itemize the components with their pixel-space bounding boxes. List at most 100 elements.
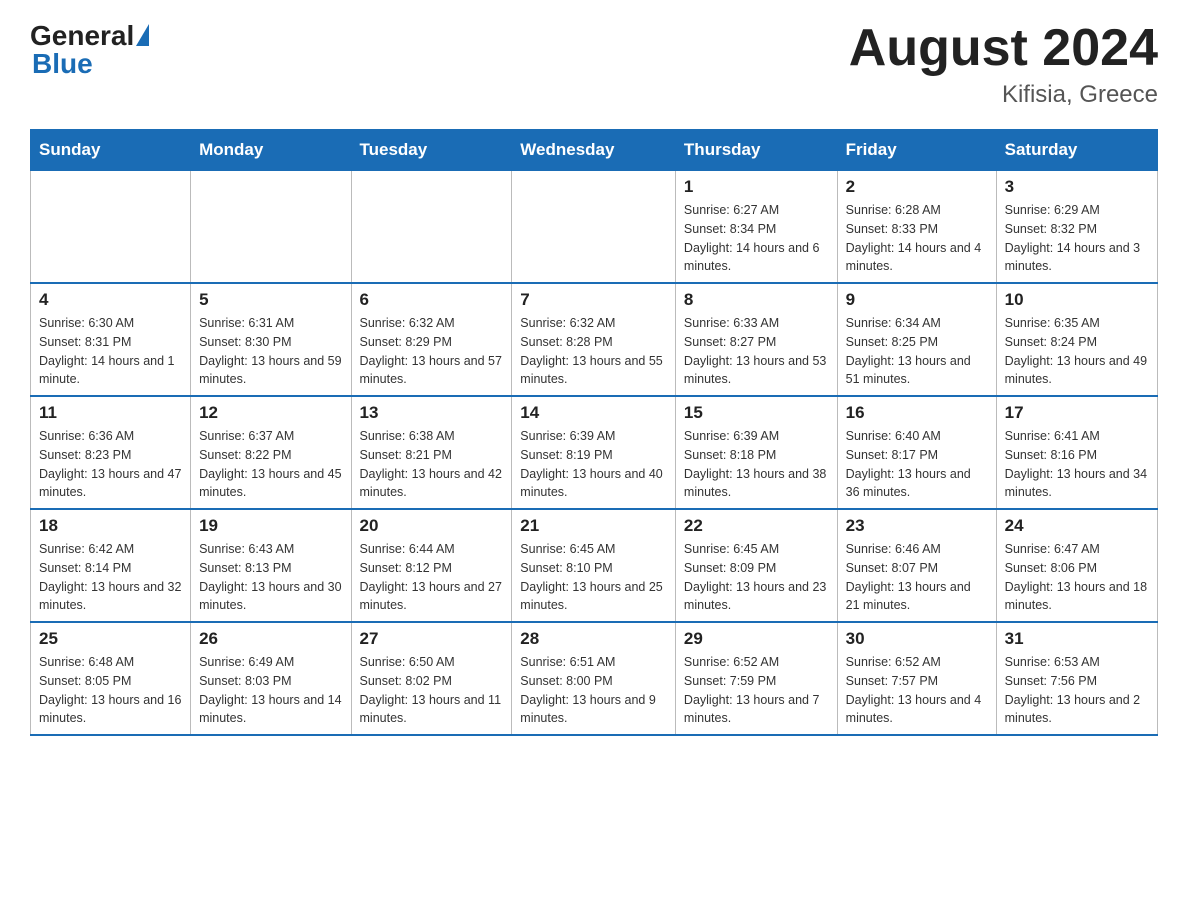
day-info: Sunrise: 6:39 AM Sunset: 8:18 PM Dayligh… bbox=[684, 427, 829, 502]
day-info: Sunrise: 6:41 AM Sunset: 8:16 PM Dayligh… bbox=[1005, 427, 1149, 502]
day-info: Sunrise: 6:45 AM Sunset: 8:10 PM Dayligh… bbox=[520, 540, 667, 615]
day-info: Sunrise: 6:37 AM Sunset: 8:22 PM Dayligh… bbox=[199, 427, 342, 502]
calendar-cell: 26 Sunrise: 6:49 AM Sunset: 8:03 PM Dayli… bbox=[191, 622, 351, 735]
day-number: 16 bbox=[846, 403, 988, 423]
calendar-cell: 17 Sunrise: 6:41 AM Sunset: 8:16 PM Dayli… bbox=[996, 396, 1157, 509]
calendar-cell: 11 Sunrise: 6:36 AM Sunset: 8:23 PM Dayli… bbox=[31, 396, 191, 509]
day-number: 28 bbox=[520, 629, 667, 649]
calendar-cell: 6 Sunrise: 6:32 AM Sunset: 8:29 PM Daylig… bbox=[351, 283, 512, 396]
day-info: Sunrise: 6:27 AM Sunset: 8:34 PM Dayligh… bbox=[684, 201, 829, 276]
calendar-cell: 28 Sunrise: 6:51 AM Sunset: 8:00 PM Dayli… bbox=[512, 622, 676, 735]
day-number: 3 bbox=[1005, 177, 1149, 197]
day-info: Sunrise: 6:31 AM Sunset: 8:30 PM Dayligh… bbox=[199, 314, 342, 389]
calendar-cell bbox=[31, 171, 191, 284]
calendar-cell: 2 Sunrise: 6:28 AM Sunset: 8:33 PM Daylig… bbox=[837, 171, 996, 284]
day-number: 10 bbox=[1005, 290, 1149, 310]
calendar-cell: 5 Sunrise: 6:31 AM Sunset: 8:30 PM Daylig… bbox=[191, 283, 351, 396]
day-info: Sunrise: 6:29 AM Sunset: 8:32 PM Dayligh… bbox=[1005, 201, 1149, 276]
calendar-cell: 18 Sunrise: 6:42 AM Sunset: 8:14 PM Dayli… bbox=[31, 509, 191, 622]
calendar-cell: 9 Sunrise: 6:34 AM Sunset: 8:25 PM Daylig… bbox=[837, 283, 996, 396]
calendar-table: SundayMondayTuesdayWednesdayThursdayFrid… bbox=[30, 129, 1158, 736]
day-number: 23 bbox=[846, 516, 988, 536]
weekday-header-saturday: Saturday bbox=[996, 130, 1157, 171]
day-info: Sunrise: 6:40 AM Sunset: 8:17 PM Dayligh… bbox=[846, 427, 988, 502]
day-number: 6 bbox=[360, 290, 504, 310]
calendar-cell: 7Sunrise: 6:32 AM Sunset: 8:28 PM Daylig… bbox=[512, 283, 676, 396]
weekday-header-wednesday: Wednesday bbox=[512, 130, 676, 171]
day-number: 9 bbox=[846, 290, 988, 310]
logo-blue: Blue bbox=[32, 48, 93, 80]
day-info: Sunrise: 6:44 AM Sunset: 8:12 PM Dayligh… bbox=[360, 540, 504, 615]
calendar-cell: 13Sunrise: 6:38 AM Sunset: 8:21 PM Dayli… bbox=[351, 396, 512, 509]
day-info: Sunrise: 6:34 AM Sunset: 8:25 PM Dayligh… bbox=[846, 314, 988, 389]
calendar-cell: 27Sunrise: 6:50 AM Sunset: 8:02 PM Dayli… bbox=[351, 622, 512, 735]
week-row-1: 1Sunrise: 6:27 AM Sunset: 8:34 PM Daylig… bbox=[31, 171, 1158, 284]
calendar-cell: 24 Sunrise: 6:47 AM Sunset: 8:06 PM Dayli… bbox=[996, 509, 1157, 622]
day-number: 26 bbox=[199, 629, 342, 649]
day-info: Sunrise: 6:36 AM Sunset: 8:23 PM Dayligh… bbox=[39, 427, 182, 502]
day-number: 24 bbox=[1005, 516, 1149, 536]
calendar-cell: 22 Sunrise: 6:45 AM Sunset: 8:09 PM Dayli… bbox=[675, 509, 837, 622]
weekday-header-sunday: Sunday bbox=[31, 130, 191, 171]
day-info: Sunrise: 6:42 AM Sunset: 8:14 PM Dayligh… bbox=[39, 540, 182, 615]
day-info: Sunrise: 6:32 AM Sunset: 8:29 PM Dayligh… bbox=[360, 314, 504, 389]
title-block: August 2024 Kifisia, Greece bbox=[849, 20, 1158, 109]
calendar-cell: 1Sunrise: 6:27 AM Sunset: 8:34 PM Daylig… bbox=[675, 171, 837, 284]
day-number: 29 bbox=[684, 629, 829, 649]
day-info: Sunrise: 6:30 AM Sunset: 8:31 PM Dayligh… bbox=[39, 314, 182, 389]
page-header: General Blue August 2024 Kifisia, Greece bbox=[30, 20, 1158, 109]
day-number: 15 bbox=[684, 403, 829, 423]
weekday-header-thursday: Thursday bbox=[675, 130, 837, 171]
logo: General Blue bbox=[30, 20, 149, 80]
day-number: 17 bbox=[1005, 403, 1149, 423]
day-number: 18 bbox=[39, 516, 182, 536]
day-info: Sunrise: 6:46 AM Sunset: 8:07 PM Dayligh… bbox=[846, 540, 988, 615]
day-number: 11 bbox=[39, 403, 182, 423]
day-info: Sunrise: 6:52 AM Sunset: 7:59 PM Dayligh… bbox=[684, 653, 829, 728]
week-row-3: 11 Sunrise: 6:36 AM Sunset: 8:23 PM Dayli… bbox=[31, 396, 1158, 509]
day-info: Sunrise: 6:47 AM Sunset: 8:06 PM Dayligh… bbox=[1005, 540, 1149, 615]
calendar-cell: 21Sunrise: 6:45 AM Sunset: 8:10 PM Dayli… bbox=[512, 509, 676, 622]
day-info: Sunrise: 6:49 AM Sunset: 8:03 PM Dayligh… bbox=[199, 653, 342, 728]
day-number: 14 bbox=[520, 403, 667, 423]
logo-triangle-icon bbox=[136, 24, 149, 46]
day-number: 8 bbox=[684, 290, 829, 310]
calendar-cell bbox=[512, 171, 676, 284]
calendar-cell: 20 Sunrise: 6:44 AM Sunset: 8:12 PM Dayli… bbox=[351, 509, 512, 622]
day-info: Sunrise: 6:35 AM Sunset: 8:24 PM Dayligh… bbox=[1005, 314, 1149, 389]
day-number: 12 bbox=[199, 403, 342, 423]
calendar-title: August 2024 bbox=[849, 20, 1158, 77]
calendar-cell: 12 Sunrise: 6:37 AM Sunset: 8:22 PM Dayli… bbox=[191, 396, 351, 509]
calendar-cell: 10 Sunrise: 6:35 AM Sunset: 8:24 PM Dayli… bbox=[996, 283, 1157, 396]
day-number: 2 bbox=[846, 177, 988, 197]
calendar-cell: 19 Sunrise: 6:43 AM Sunset: 8:13 PM Dayli… bbox=[191, 509, 351, 622]
weekday-header-friday: Friday bbox=[837, 130, 996, 171]
day-info: Sunrise: 6:52 AM Sunset: 7:57 PM Dayligh… bbox=[846, 653, 988, 728]
calendar-cell: 25 Sunrise: 6:48 AM Sunset: 8:05 PM Dayli… bbox=[31, 622, 191, 735]
calendar-cell: 8 Sunrise: 6:33 AM Sunset: 8:27 PM Daylig… bbox=[675, 283, 837, 396]
calendar-subtitle: Kifisia, Greece bbox=[849, 81, 1158, 109]
day-info: Sunrise: 6:28 AM Sunset: 8:33 PM Dayligh… bbox=[846, 201, 988, 276]
day-info: Sunrise: 6:45 AM Sunset: 8:09 PM Dayligh… bbox=[684, 540, 829, 615]
day-number: 25 bbox=[39, 629, 182, 649]
day-info: Sunrise: 6:51 AM Sunset: 8:00 PM Dayligh… bbox=[520, 653, 667, 728]
day-number: 31 bbox=[1005, 629, 1149, 649]
calendar-cell bbox=[351, 171, 512, 284]
day-info: Sunrise: 6:53 AM Sunset: 7:56 PM Dayligh… bbox=[1005, 653, 1149, 728]
day-number: 5 bbox=[199, 290, 342, 310]
day-number: 22 bbox=[684, 516, 829, 536]
day-info: Sunrise: 6:38 AM Sunset: 8:21 PM Dayligh… bbox=[360, 427, 504, 502]
week-row-4: 18 Sunrise: 6:42 AM Sunset: 8:14 PM Dayli… bbox=[31, 509, 1158, 622]
calendar-cell bbox=[191, 171, 351, 284]
calendar-cell: 4Sunrise: 6:30 AM Sunset: 8:31 PM Daylig… bbox=[31, 283, 191, 396]
day-info: Sunrise: 6:43 AM Sunset: 8:13 PM Dayligh… bbox=[199, 540, 342, 615]
calendar-cell: 14 Sunrise: 6:39 AM Sunset: 8:19 PM Dayli… bbox=[512, 396, 676, 509]
day-info: Sunrise: 6:33 AM Sunset: 8:27 PM Dayligh… bbox=[684, 314, 829, 389]
calendar-cell: 3 Sunrise: 6:29 AM Sunset: 8:32 PM Daylig… bbox=[996, 171, 1157, 284]
day-info: Sunrise: 6:39 AM Sunset: 8:19 PM Dayligh… bbox=[520, 427, 667, 502]
day-number: 19 bbox=[199, 516, 342, 536]
day-info: Sunrise: 6:48 AM Sunset: 8:05 PM Dayligh… bbox=[39, 653, 182, 728]
day-number: 20 bbox=[360, 516, 504, 536]
day-info: Sunrise: 6:32 AM Sunset: 8:28 PM Dayligh… bbox=[520, 314, 667, 389]
weekday-header-tuesday: Tuesday bbox=[351, 130, 512, 171]
